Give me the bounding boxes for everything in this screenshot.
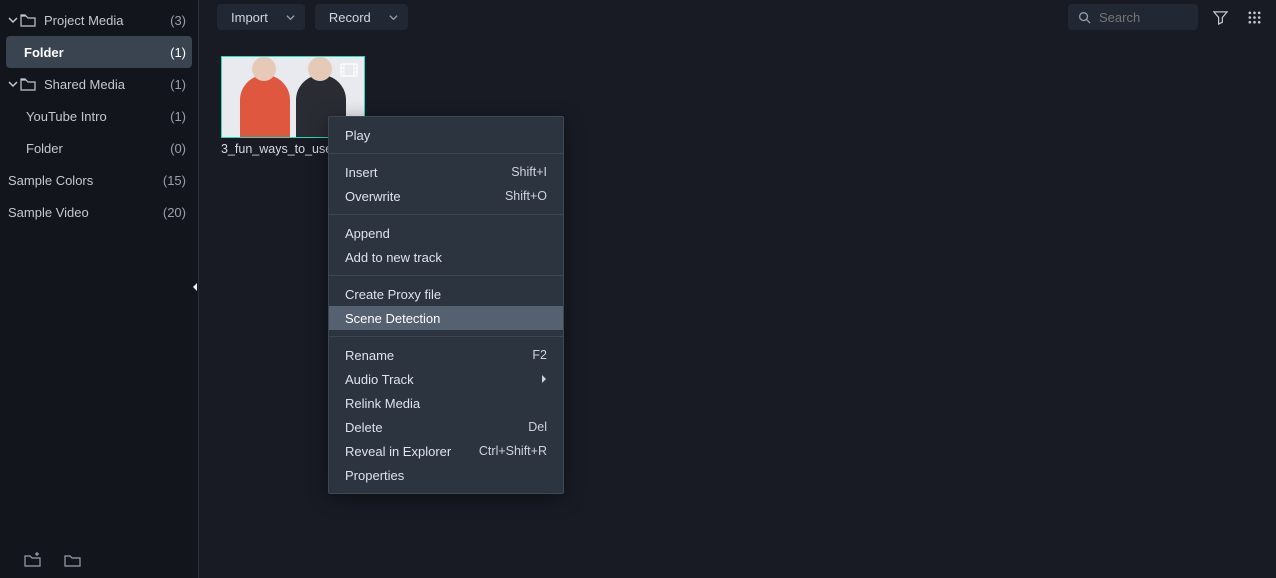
record-dropdown[interactable]: Record (315, 4, 408, 30)
video-clip-icon (340, 63, 358, 77)
context-menu-item[interactable]: Add to new track (329, 245, 563, 269)
context-menu-item[interactable]: DeleteDel (329, 415, 563, 439)
context-menu-item-label: Relink Media (345, 396, 547, 411)
search-box[interactable] (1068, 4, 1198, 30)
chevron-down-icon (6, 15, 20, 25)
record-label: Record (329, 10, 371, 25)
context-menu-item-label: Rename (345, 348, 532, 363)
toolbar: Import Record (199, 0, 1276, 34)
context-menu-item-label: Reveal in Explorer (345, 444, 479, 459)
sidebar-item-label: Shared Media (44, 77, 170, 92)
context-menu-separator (329, 153, 563, 154)
context-menu-separator (329, 336, 563, 337)
filter-icon[interactable] (1208, 5, 1232, 29)
media-sidebar: Project Media (3) Folder (1) Shared Medi… (0, 0, 199, 578)
sidebar-item-sample-colors[interactable]: Sample Colors (15) (0, 164, 198, 196)
chevron-down-icon (6, 79, 20, 89)
context-menu-shortcut: Ctrl+Shift+R (479, 444, 547, 458)
context-menu-item[interactable]: InsertShift+I (329, 160, 563, 184)
context-menu-item[interactable]: OverwriteShift+O (329, 184, 563, 208)
context-menu-item[interactable]: Create Proxy file (329, 282, 563, 306)
sidebar-item-label: Sample Video (8, 205, 163, 220)
sidebar-item-count: (1) (170, 109, 186, 124)
context-menu-item[interactable]: Play (329, 123, 563, 147)
media-tree: Project Media (3) Folder (1) Shared Medi… (0, 0, 198, 540)
context-menu-item-label: Add to new track (345, 250, 547, 265)
new-folder-plus-icon[interactable] (24, 552, 42, 567)
folder-icon[interactable] (64, 552, 82, 567)
sidebar-item-count: (1) (170, 77, 186, 92)
context-menu-shortcut: Shift+O (505, 189, 547, 203)
sidebar-item-sample-video[interactable]: Sample Video (20) (0, 196, 198, 228)
chevron-down-icon (389, 13, 398, 22)
context-menu-item[interactable]: Append (329, 221, 563, 245)
sidebar-item-folder-selected[interactable]: Folder (1) (6, 36, 192, 68)
sidebar-item-label: YouTube Intro (26, 109, 170, 124)
context-menu-item-label: Properties (345, 468, 547, 483)
sidebar-item-folder[interactable]: Folder (0) (0, 132, 198, 164)
context-menu-item-label: Create Proxy file (345, 287, 547, 302)
grid-view-icon[interactable] (1242, 5, 1266, 29)
context-menu-item-label: Append (345, 226, 547, 241)
sidebar-item-youtube-intro[interactable]: YouTube Intro (1) (0, 100, 198, 132)
sidebar-item-project-media[interactable]: Project Media (3) (0, 4, 198, 36)
folder-icon (20, 77, 36, 91)
context-menu-shortcut: Shift+I (511, 165, 547, 179)
search-input[interactable] (1099, 10, 1179, 25)
context-menu-item-label: Insert (345, 165, 511, 180)
sidebar-item-label: Folder (24, 45, 170, 60)
sidebar-footer (0, 540, 198, 578)
sidebar-item-count: (0) (170, 141, 186, 156)
sidebar-item-label: Folder (26, 141, 170, 156)
context-menu-separator (329, 275, 563, 276)
context-menu-item[interactable]: Reveal in ExplorerCtrl+Shift+R (329, 439, 563, 463)
context-menu-item-label: Audio Track (345, 372, 541, 387)
context-menu-item[interactable]: RenameF2 (329, 343, 563, 367)
context-menu-item-label: Overwrite (345, 189, 505, 204)
collapse-sidebar-icon[interactable] (191, 282, 199, 292)
sidebar-item-count: (3) (170, 13, 186, 28)
context-menu-item-label: Delete (345, 420, 528, 435)
sidebar-item-count: (1) (170, 45, 186, 60)
context-menu-item-label: Play (345, 128, 547, 143)
context-menu-item[interactable]: Scene Detection (329, 306, 563, 330)
context-menu-item[interactable]: Properties (329, 463, 563, 487)
search-icon (1078, 11, 1091, 24)
context-menu-item-label: Scene Detection (345, 311, 547, 326)
chevron-down-icon (286, 13, 295, 22)
import-dropdown[interactable]: Import (217, 4, 305, 30)
context-menu-separator (329, 214, 563, 215)
context-menu-shortcut: Del (528, 420, 547, 434)
context-menu-shortcut: F2 (532, 348, 547, 362)
sidebar-item-count: (20) (163, 205, 186, 220)
context-menu-item[interactable]: Relink Media (329, 391, 563, 415)
sidebar-item-label: Sample Colors (8, 173, 163, 188)
sidebar-item-count: (15) (163, 173, 186, 188)
context-menu-item[interactable]: Audio Track (329, 367, 563, 391)
folder-icon (20, 13, 36, 27)
chevron-right-icon (541, 374, 547, 384)
sidebar-item-label: Project Media (44, 13, 170, 28)
sidebar-item-shared-media[interactable]: Shared Media (1) (0, 68, 198, 100)
context-menu: PlayInsertShift+IOverwriteShift+OAppendA… (328, 116, 564, 494)
import-label: Import (231, 10, 268, 25)
